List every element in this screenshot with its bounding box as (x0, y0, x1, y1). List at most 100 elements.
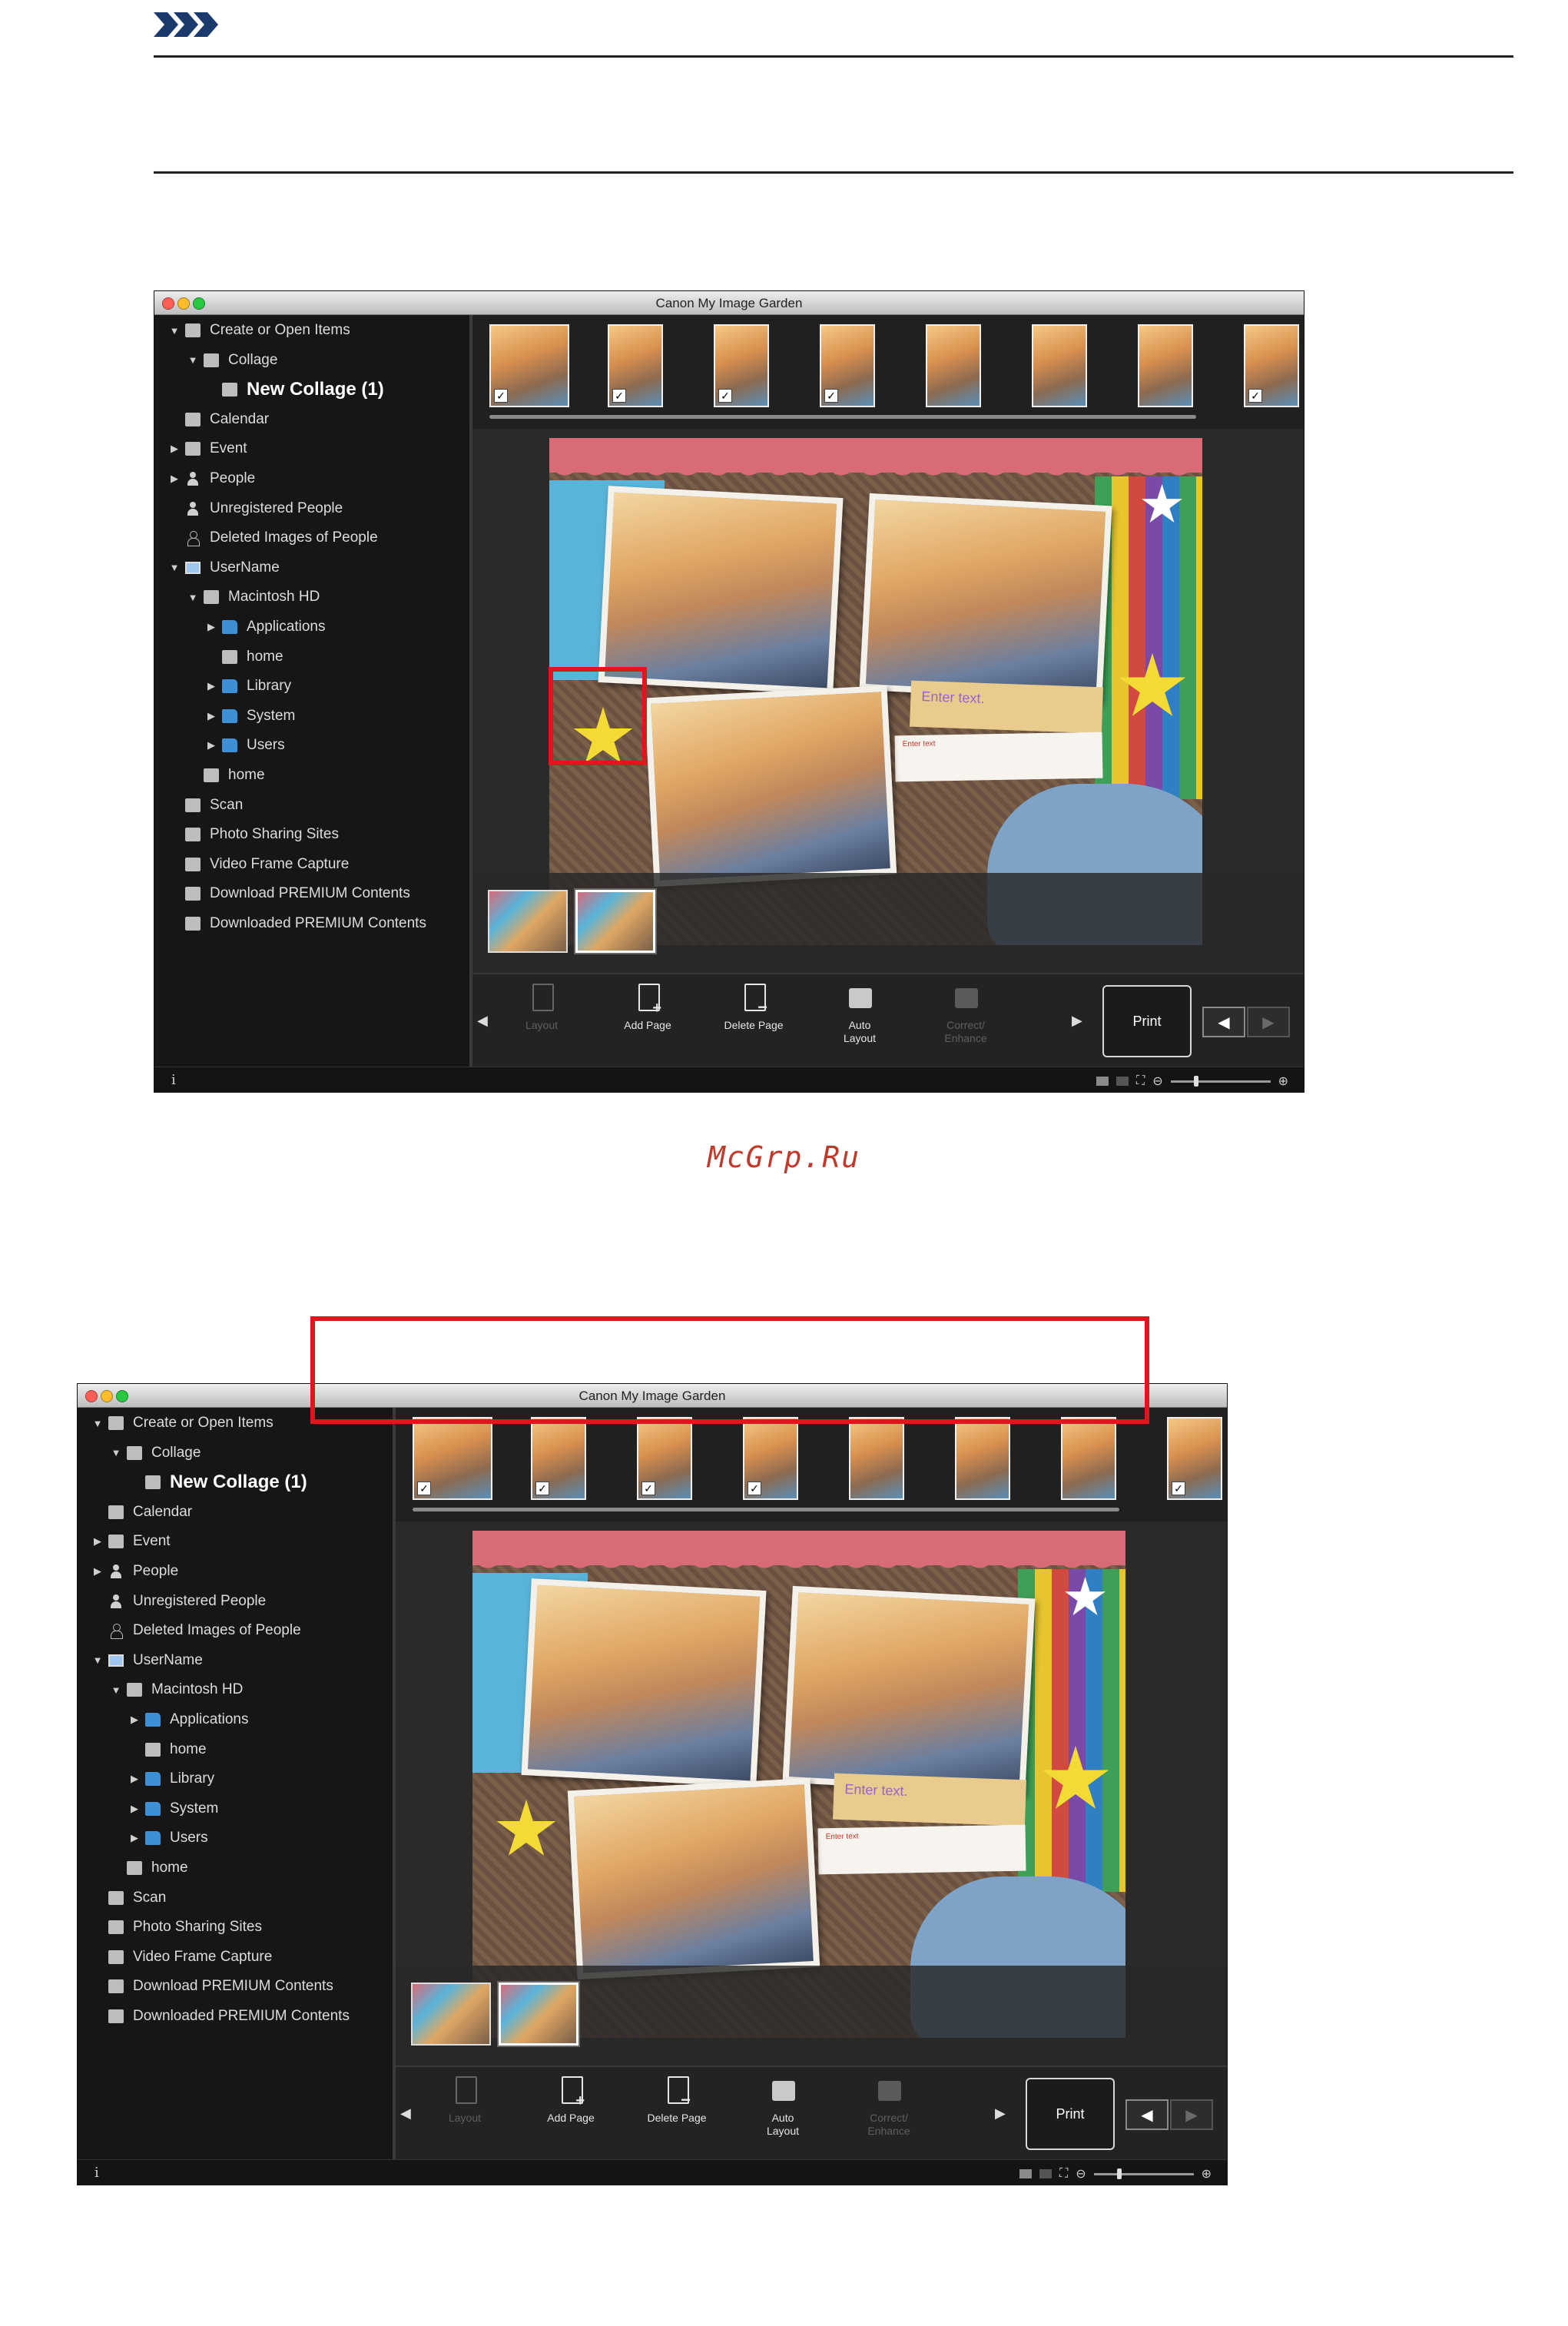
collage-photo-1[interactable] (598, 486, 844, 695)
collage-photo-3[interactable] (644, 685, 897, 888)
next-page-button[interactable]: ▶ (1247, 1007, 1290, 1037)
auto-layout-button[interactable]: Auto Layout (821, 982, 898, 1059)
filmstrip-thumbnail[interactable]: ✓ (1167, 1417, 1222, 1500)
delete-page-button[interactable]: − Delete Page (638, 2075, 715, 2152)
check-icon[interactable]: ✓ (535, 1482, 549, 1495)
filmstrip-thumbnail[interactable]: ✓ (608, 324, 663, 407)
sidebar-item[interactable]: ▶Downloaded PREMIUM Contents (91, 2002, 350, 2030)
filmstrip-thumbnail[interactable]: ✓ (743, 1417, 798, 1500)
filmstrip-scrollbar[interactable] (489, 415, 1196, 419)
sidebar-item[interactable]: ▶Photo Sharing Sites (168, 821, 339, 848)
check-icon[interactable]: ✓ (1172, 1482, 1185, 1495)
filmstrip-thumbnail[interactable]: ✓ (489, 324, 569, 407)
detail-view-icon[interactable] (1116, 1077, 1129, 1086)
filmstrip-thumbnail[interactable]: ✓ (637, 1417, 692, 1500)
layout-button[interactable]: Layout (426, 2075, 503, 2152)
filmstrip-thumbnail[interactable]: ✓ (413, 1417, 492, 1500)
correct-enhance-button[interactable]: Correct/ Enhance (850, 2075, 927, 2152)
disclosure-closed-icon[interactable]: ▶ (205, 710, 217, 722)
sidebar-item[interactable]: ▶ Event (91, 1528, 171, 1555)
sidebar-item[interactable]: ▼ Macintosh HD (187, 583, 320, 611)
sidebar-item[interactable]: ▶ Library (205, 672, 291, 700)
disclosure-open-icon[interactable]: ▼ (91, 1418, 104, 1429)
disclosure-closed-icon[interactable]: ▶ (205, 739, 217, 752)
filmstrip-thumbnail[interactable]: ✓ (531, 1417, 586, 1500)
disclosure-open-icon[interactable]: ▼ (91, 1654, 104, 1666)
collage-canvas[interactable]: Enter text. Enter text (549, 438, 1202, 945)
zoom-slider-handle[interactable] (1116, 2168, 1122, 2179)
thumbnail-view-icon[interactable] (1019, 2169, 1032, 2178)
page-thumbnail-selected[interactable] (574, 888, 657, 954)
check-icon[interactable]: ✓ (748, 1482, 761, 1495)
sidebar-item[interactable]: ▶ Users (128, 1824, 208, 1852)
text-box-small[interactable]: Enter text (817, 1824, 1026, 1875)
zoom-slider[interactable] (1093, 2168, 1194, 2179)
filmstrip-thumbnail[interactable] (1032, 324, 1087, 407)
zoom-slider[interactable] (1170, 1075, 1271, 1087)
sidebar-item[interactable]: ▼ Macintosh HD (110, 1676, 244, 1704)
previous-page-button[interactable]: ◀ (1202, 1007, 1245, 1037)
filmstrip-thumbnail[interactable] (955, 1417, 1010, 1500)
filmstrip-thumbnail[interactable] (1138, 324, 1193, 407)
sidebar-item[interactable]: ▼ Collage (110, 1439, 201, 1467)
sidebar-item[interactable]: ▶New Collage (1) (205, 376, 384, 403)
sidebar-item[interactable]: ▼ UserName (91, 1647, 203, 1674)
page-thumbnail-selected[interactable] (497, 1981, 580, 2047)
detail-view-icon[interactable] (1039, 2169, 1052, 2178)
add-page-button[interactable]: + Add Page (609, 982, 686, 1059)
print-button[interactable]: Print (1026, 2078, 1115, 2150)
sidebar-item[interactable]: ▶home (187, 762, 265, 789)
text-box-large[interactable]: Enter text. (910, 680, 1103, 734)
sidebar-item[interactable]: ▶Photo Sharing Sites (91, 1913, 262, 1941)
add-page-button[interactable]: + Add Page (532, 2075, 609, 2152)
sidebar-item[interactable]: ▶New Collage (1) (128, 1468, 307, 1496)
thumbnail-view-icon[interactable] (1096, 1077, 1109, 1086)
sidebar-item[interactable]: ▶Deleted Images of People (91, 1617, 301, 1644)
filmstrip-thumbnail[interactable]: ✓ (714, 324, 769, 407)
disclosure-closed-icon[interactable]: ▶ (168, 473, 181, 485)
info-icon[interactable]: i (171, 1072, 176, 1088)
full-screen-icon[interactable]: ⛶ (1136, 1074, 1145, 1088)
sidebar-item[interactable]: ▶Download PREMIUM Contents (91, 1973, 333, 2000)
text-box-large[interactable]: Enter text. (833, 1773, 1026, 1827)
toolbar-prev-arrow-icon[interactable]: ◀ (477, 1013, 488, 1029)
zoom-in-icon[interactable]: ⊕ (1278, 1073, 1288, 1089)
print-button[interactable]: Print (1102, 985, 1192, 1057)
sidebar-item[interactable]: ▶home (110, 1854, 188, 1882)
sidebar-item[interactable]: ▶Calendar (91, 1498, 192, 1526)
sidebar-item[interactable]: ▶home (128, 1736, 207, 1764)
sidebar-item[interactable]: ▶Video Frame Capture (168, 851, 349, 878)
check-icon[interactable]: ✓ (417, 1482, 431, 1495)
next-page-button[interactable]: ▶ (1170, 2099, 1213, 2130)
sidebar-item[interactable]: ▶ Event (168, 435, 247, 463)
filmstrip-thumbnail[interactable] (926, 324, 981, 407)
sidebar-item[interactable]: ▶ Library (128, 1765, 214, 1793)
zoom-out-icon[interactable]: ⊖ (1076, 2166, 1086, 2182)
disclosure-closed-icon[interactable]: ▶ (128, 1832, 141, 1844)
zoom-slider-handle[interactable] (1193, 1075, 1198, 1087)
page-thumbnail[interactable] (488, 890, 568, 953)
disclosure-closed-icon[interactable]: ▶ (91, 1535, 104, 1548)
collage-photo-2[interactable] (782, 1585, 1036, 1796)
sidebar-item[interactable]: ▶Calendar (168, 406, 269, 433)
disclosure-closed-icon[interactable]: ▶ (91, 1565, 104, 1578)
info-icon[interactable]: i (94, 2165, 99, 2181)
sidebar-item[interactable]: ▶ Users (205, 732, 285, 759)
disclosure-open-icon[interactable]: ▼ (187, 592, 199, 603)
sidebar-item[interactable]: ▼ Collage (187, 347, 278, 374)
filmstrip-thumbnail[interactable] (1061, 1417, 1116, 1500)
sidebar-item[interactable]: ▶ People (168, 465, 255, 493)
check-icon[interactable]: ✓ (824, 389, 838, 403)
sidebar-item[interactable]: ▼ UserName (168, 554, 280, 582)
previous-page-button[interactable]: ◀ (1125, 2099, 1169, 2130)
auto-layout-button[interactable]: Auto Layout (744, 2075, 821, 2152)
sidebar-item[interactable]: ▶Downloaded PREMIUM Contents (168, 910, 426, 937)
sidebar-item[interactable]: ▶ People (91, 1558, 178, 1585)
sidebar-item[interactable]: ▶Scan (91, 1884, 166, 1912)
sidebar-item[interactable]: ▶home (205, 643, 283, 671)
filmstrip-thumbnail[interactable]: ✓ (820, 324, 875, 407)
disclosure-open-icon[interactable]: ▼ (168, 562, 181, 573)
sidebar-item[interactable]: ▼ Create or Open Items (91, 1409, 273, 1437)
disclosure-open-icon[interactable]: ▼ (110, 1447, 122, 1458)
sidebar-item[interactable]: ▶ System (205, 702, 295, 730)
